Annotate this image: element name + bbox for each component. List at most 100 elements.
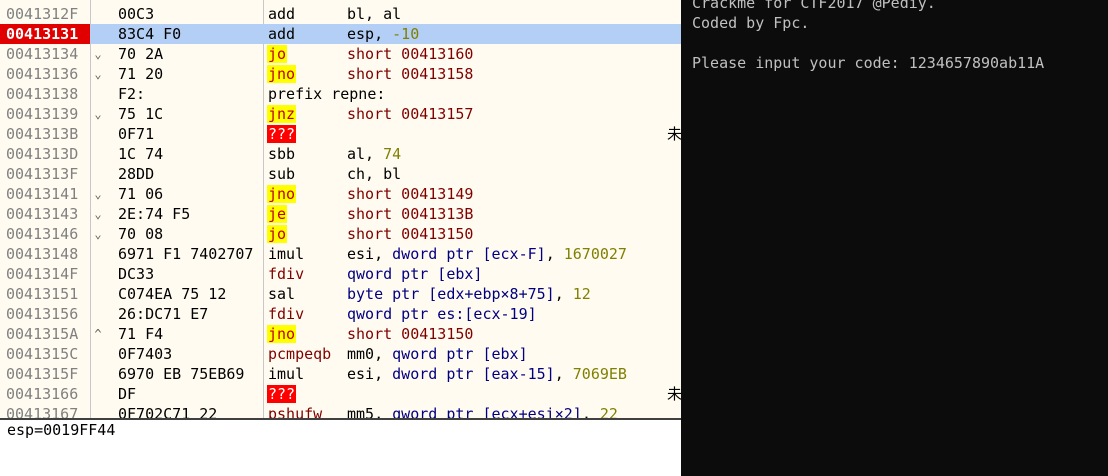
disasm-row[interactable]: 0041314F DC33 fdiv qword ptr [ebx] (0, 264, 681, 284)
instruction-mnemonic: imul (268, 365, 305, 383)
instruction-bytes: 6970 EB 75EB69 (118, 365, 245, 383)
instruction-address: 00413151 (6, 285, 79, 303)
instruction-address: 00413136 (6, 65, 79, 83)
instruction-bytes: 00C3 (118, 5, 155, 23)
instruction-mnemonic: ??? (267, 125, 297, 143)
instruction-bytes: 6971 F1 7402707 (118, 245, 254, 263)
instruction-operands: short 00413160 (347, 45, 474, 63)
instruction-operands: qword ptr [ebx] (347, 265, 483, 283)
instruction-operands: short 00413149 (347, 185, 474, 203)
disasm-row[interactable]: 0041315F 6970 EB 75EB69 imul esi, dword ptr… (0, 364, 681, 384)
instruction-operands: short 00413150 (347, 225, 474, 243)
instruction-bytes: C074EA 75 12 (118, 285, 227, 303)
instruction-address: 0041314F (6, 265, 79, 283)
disasm-row[interactable]: 00413139 ⌄ 75 1C jnz short 00413157 (0, 104, 681, 124)
instruction-bytes: 71 F4 (118, 325, 164, 343)
jump-down-arrow-icon: ⌄ (94, 47, 102, 61)
instruction-bytes: 1C 74 (118, 145, 164, 163)
instruction-operands: bl, al (347, 5, 402, 23)
instruction-address: 0041315F (6, 365, 79, 383)
instruction-operands: al, 74 (347, 145, 402, 163)
disasm-row[interactable]: 00413146 ⌄ 70 08 jo short 00413150 (0, 224, 681, 244)
jump-down-arrow-icon: ⌄ (94, 187, 102, 201)
instruction-mnemonic: jnz (267, 105, 297, 123)
instruction-operands: byte ptr [edx+ebp×8+75], 12 (347, 285, 591, 303)
instruction-bytes: 26:DC71 E7 (118, 305, 209, 323)
instruction-operands: esi, dword ptr [ecx-F], 1670027 (347, 245, 627, 263)
instruction-bytes: 75 1C (118, 105, 164, 123)
instruction-bytes: 0F702C71 22 (118, 405, 218, 418)
disasm-row[interactable]: 00413166 DF??? 未 (0, 384, 681, 404)
instruction-address: 00413148 (6, 245, 79, 263)
instruction-address: 0041313B (6, 125, 79, 143)
instruction-address: 00413141 (6, 185, 79, 203)
disasm-row[interactable]: 00413151 C074EA 75 12 sal byte ptr [edx+ebp… (0, 284, 681, 304)
disasm-row[interactable]: 00413156 26:DC71 E7 fdiv qword ptr es:[ecx-… (0, 304, 681, 324)
instruction-bytes: 28DD (118, 165, 155, 183)
instruction-address: 00413138 (6, 85, 79, 103)
instruction-mnemonic: pcmpeqb (268, 345, 332, 363)
instruction-address: 0041313D (6, 145, 79, 163)
instruction-address: 00413139 (6, 105, 79, 123)
instruction-address: 00413156 (6, 305, 79, 323)
instruction-operands: mm5, qword ptr [ecx+esi×2], 22 (347, 405, 618, 418)
console-line: Crackme for CTF2017 @Pediy. (692, 0, 936, 12)
instruction-address: 00413134 (6, 45, 79, 63)
instruction-mnemonic: pshufw (268, 405, 323, 418)
disasm-row[interactable]: 00413143 ⌄ 2E:74 F5 je short 0041313B (0, 204, 681, 224)
instruction-mnemonic: prefix repne: (268, 85, 386, 103)
disasm-row[interactable]: 00413136 ⌄ 71 20 jno short 00413158 (0, 64, 681, 84)
info-pane: esp=0019FF44 (0, 420, 681, 476)
console-window[interactable]: Crackme for CTF2017 @Pediy. Coded by Fpc.… (681, 0, 1108, 476)
jump-down-arrow-icon: ⌄ (94, 207, 102, 221)
disassembly-pane[interactable]: 0041312F 00C3 add bl, al 00413131 83C4 F0 add e… (0, 0, 681, 418)
instruction-bytes: 0F7403 (118, 345, 173, 363)
disasm-row[interactable]: 0041312F 00C3 add bl, al (0, 4, 681, 24)
jump-down-arrow-icon: ⌄ (94, 67, 102, 81)
instruction-operands: short 0041313B (347, 205, 474, 223)
disasm-row[interactable]: 0041313F 28DD sub ch, bl (0, 164, 681, 184)
disasm-row[interactable]: 0041313B 0F71??? 未 (0, 124, 681, 144)
instruction-operands: ch, bl (347, 165, 402, 183)
instruction-address: 0041315A (6, 325, 79, 343)
instruction-address: 0041313F (6, 165, 79, 183)
disasm-row[interactable]: 0041315A ^ 71 F4 jno short 00413150 (0, 324, 681, 344)
instruction-bytes: DF (118, 385, 137, 403)
disasm-row[interactable]: 00413148 6971 F1 7402707 imul esi, dword pt… (0, 244, 681, 264)
disasm-row[interactable]: 00413141 ⌄ 71 06 jno short 00413149 (0, 184, 681, 204)
comment-text: 未 (667, 125, 681, 143)
instruction-bytes: F2: (118, 85, 146, 103)
instruction-operands: short 00413157 (347, 105, 474, 123)
instruction-operands: qword ptr es:[ecx-19] (347, 305, 537, 323)
instruction-bytes: 83C4 F0 (118, 25, 182, 43)
instruction-operands: short 00413150 (347, 325, 474, 343)
instruction-mnemonic: jo (267, 225, 288, 243)
disasm-row[interactable]: 00413134 ⌄ 70 2A jo short 00413160 (0, 44, 681, 64)
instruction-mnemonic: jo (267, 45, 288, 63)
instruction-address: 00413167 (6, 405, 79, 418)
jump-down-arrow-icon: ⌄ (94, 107, 102, 121)
instruction-mnemonic: fdiv (268, 305, 305, 323)
instruction-mnemonic: ??? (267, 385, 297, 403)
instruction-bytes: DC33 (118, 265, 155, 283)
instruction-bytes: 0F71 (118, 125, 155, 143)
instruction-mnemonic: je (267, 205, 288, 223)
instruction-mnemonic: sbb (268, 145, 296, 163)
instruction-mnemonic: jno (267, 65, 297, 83)
disasm-row[interactable]: 00413138 F2: prefix repne: (0, 84, 681, 104)
disasm-row[interactable]: 00413167 0F702C71 22 pshufw mm5, qword ptr … (0, 404, 681, 418)
instruction-mnemonic: add (268, 25, 296, 43)
disasm-row[interactable]: 00413131 83C4 F0 add esp, -10 (0, 24, 681, 44)
instruction-operands: esp, -10 (347, 25, 420, 43)
instruction-operands: mm0, qword ptr [ebx] (347, 345, 528, 363)
info-text: esp=0019FF44 (7, 421, 116, 439)
instruction-address: 00413166 (6, 385, 79, 403)
comment-text: 未 (667, 385, 681, 403)
instruction-mnemonic: fdiv (268, 265, 305, 283)
disasm-row[interactable]: 0041313D 1C 74 sbb al, 74 (0, 144, 681, 164)
instruction-mnemonic: sal (268, 285, 296, 303)
disasm-row[interactable]: 0041315C 0F7403 pcmpeqb mm0, qword ptr [ebx… (0, 344, 681, 364)
instruction-address: 0041312F (6, 5, 79, 23)
jump-down-arrow-icon: ⌄ (94, 227, 102, 241)
instruction-bytes: 2E:74 F5 (118, 205, 191, 223)
